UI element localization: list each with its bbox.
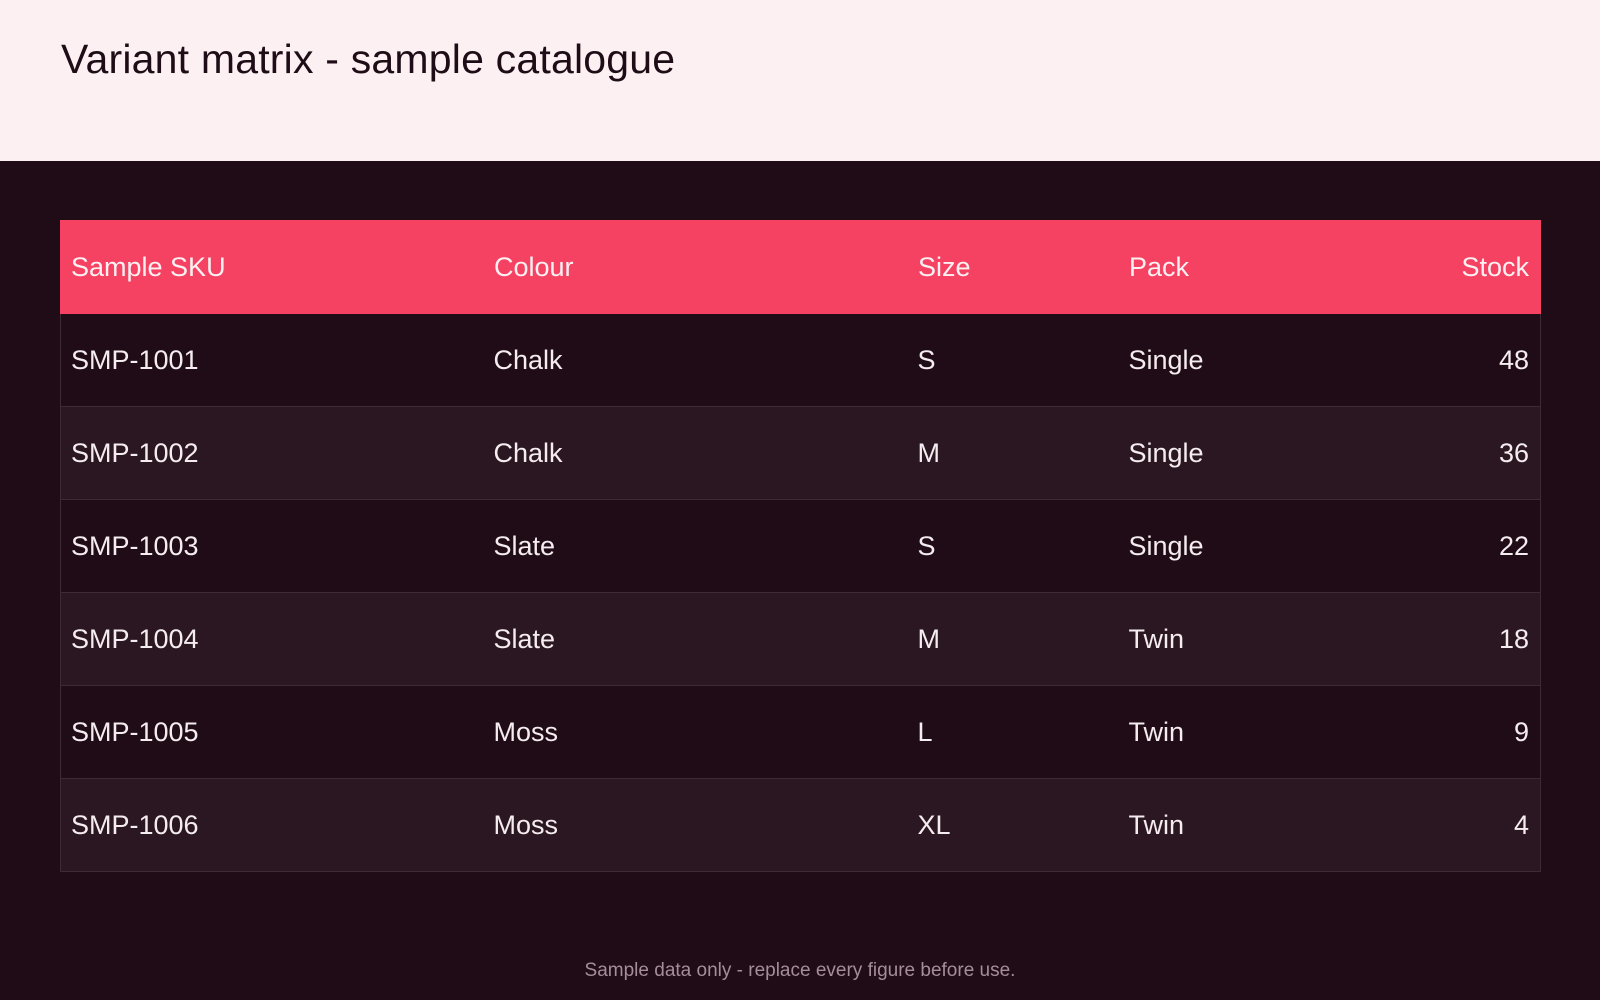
cell-colour: Chalk — [483, 313, 908, 407]
page-title: Variant matrix - sample catalogue — [61, 36, 676, 82]
cell-stock: 4 — [1329, 778, 1541, 872]
cell-size: M — [907, 406, 1119, 500]
cell-stock: 22 — [1329, 499, 1541, 593]
cell-sku: SMP-1005 — [60, 685, 484, 779]
cell-size: S — [907, 313, 1119, 407]
page-header: Variant matrix - sample catalogue — [0, 0, 1600, 161]
cell-pack: Twin — [1118, 778, 1330, 872]
cell-stock: 18 — [1329, 592, 1541, 686]
cell-size: S — [907, 499, 1119, 593]
table-row[interactable]: SMP-1004 Slate M Twin 18 — [60, 592, 1541, 686]
table-row[interactable]: SMP-1005 Moss L Twin 9 — [60, 685, 1541, 779]
table-row[interactable]: SMP-1001 Chalk S Single 48 — [60, 313, 1541, 407]
cell-colour: Chalk — [483, 406, 908, 500]
cell-stock: 36 — [1329, 406, 1541, 500]
table-row[interactable]: SMP-1003 Slate S Single 22 — [60, 499, 1541, 593]
cell-pack: Twin — [1118, 685, 1330, 779]
cell-sku: SMP-1001 — [60, 313, 484, 407]
column-header-colour[interactable]: Colour — [483, 220, 908, 314]
cell-colour: Moss — [483, 685, 908, 779]
cell-pack: Single — [1118, 406, 1330, 500]
cell-colour: Slate — [483, 499, 908, 593]
variant-table-container: Sample SKU Colour Size Pack Stock SMP-10… — [60, 220, 1541, 872]
cell-stock: 9 — [1329, 685, 1541, 779]
cell-size: XL — [907, 778, 1119, 872]
column-header-stock[interactable]: Stock — [1329, 220, 1541, 314]
cell-sku: SMP-1002 — [60, 406, 484, 500]
footnote: Sample data only - replace every figure … — [584, 960, 1016, 981]
cell-pack: Twin — [1118, 592, 1330, 686]
cell-sku: SMP-1004 — [60, 592, 484, 686]
column-header-size[interactable]: Size — [907, 220, 1119, 314]
cell-pack: Single — [1118, 499, 1330, 593]
cell-stock: 48 — [1329, 313, 1541, 407]
cell-sku: SMP-1006 — [60, 778, 484, 872]
variant-matrix-table: Sample SKU Colour Size Pack Stock SMP-10… — [60, 220, 1541, 872]
table-row[interactable]: SMP-1002 Chalk M Single 36 — [60, 406, 1541, 500]
column-header-pack[interactable]: Pack — [1118, 220, 1330, 314]
column-header-sku[interactable]: Sample SKU — [60, 220, 484, 314]
cell-sku: SMP-1003 — [60, 499, 484, 593]
table-row[interactable]: SMP-1006 Moss XL Twin 4 — [60, 778, 1541, 872]
cell-pack: Single — [1118, 313, 1330, 407]
cell-colour: Moss — [483, 778, 908, 872]
cell-colour: Slate — [483, 592, 908, 686]
cell-size: L — [907, 685, 1119, 779]
cell-size: M — [907, 592, 1119, 686]
table-header-row: Sample SKU Colour Size Pack Stock — [60, 220, 1541, 314]
